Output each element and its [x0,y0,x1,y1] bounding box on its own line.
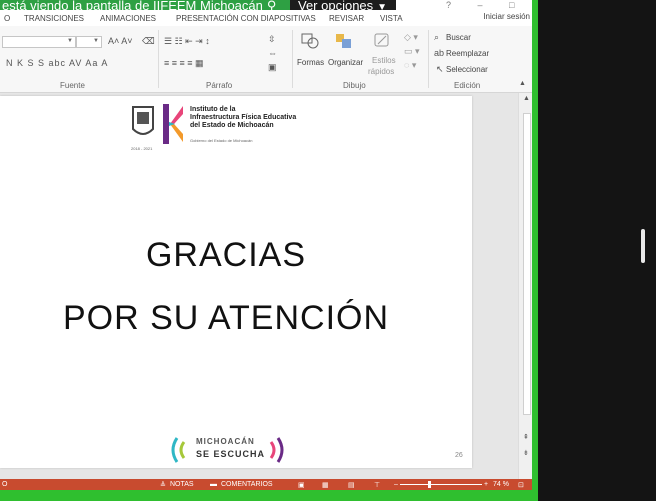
status-bar: O ≜ NOTAS ▬ COMENTARIOS ▣ ▦ ▤ ⊤ – + 74 %… [0,479,532,490]
shape-effects-icon[interactable]: ◌ ▾ [404,60,416,71]
notes-button[interactable]: NOTAS [170,481,194,488]
comments-button[interactable]: COMENTARIOS [221,481,273,488]
powerpoint-window: está viendo la pantalla de IIFEEM Michoa… [0,0,532,490]
shapes-icon[interactable] [300,32,320,50]
shapes-label[interactable]: Formas [297,58,324,67]
institute-name: Instituto de la Infraestructura Física E… [190,106,296,130]
slide-title-line-2: POR SU ATENCIÓN [62,299,390,337]
comments-icon[interactable]: ▬ [210,481,217,488]
text-direction-icon[interactable]: ⇳ [268,34,276,45]
zoom-out-icon[interactable]: – [394,481,398,488]
slide-number: 26 [455,452,463,459]
scroll-thumb[interactable] [523,113,531,415]
footer-logo-line-2: SE ESCUCHA [196,449,266,459]
seal-year-label: 2018 - 2021 [131,146,153,151]
tab-partial[interactable]: O [4,14,10,23]
find-icon[interactable]: ⌕ [434,32,439,43]
arrange-label[interactable]: Organizar [328,58,363,67]
clear-format-icon[interactable]: ⌫ [142,36,155,47]
zoom-slider-thumb[interactable] [428,481,431,488]
group-label-parrafo: Párrafo [206,81,233,90]
slide-workspace: 2018 - 2021 Instituto de la Infraestruct… [0,93,518,479]
state-seal-icon [132,106,154,135]
iifeem-k-logo-icon [163,104,183,144]
bullets-icon[interactable]: ☰ ☷ ⇤ ⇥ ↕ [164,36,210,47]
font-format-buttons[interactable]: N K S S abc AV Aa A [6,58,108,68]
tab-presentacion[interactable]: PRESENTACIÓN CON DIAPOSITIVAS [176,14,316,23]
replace-label[interactable]: Reemplazar [446,49,489,58]
grow-font-icon[interactable]: A˄ A˅ [108,36,133,46]
quick-styles-label-2[interactable]: rápidos [368,67,394,76]
logo-line-1: Instituto de la [190,106,236,113]
group-separator [158,30,159,88]
tab-vista[interactable]: VISTA [380,14,403,23]
vertical-scrollbar[interactable]: ▲ ⇞ ⇟ [518,93,532,479]
status-left-text: O [2,481,8,488]
shape-fill-icon[interactable]: ◇ ▾ [404,32,418,43]
normal-view-icon[interactable]: ▣ [298,481,305,489]
arrange-icon[interactable] [334,32,354,50]
quick-styles-label-1[interactable]: Estilos [372,56,396,65]
select-label[interactable]: Seleccionar [446,65,488,74]
slideshow-icon[interactable]: ⊤ [374,481,380,489]
replace-icon[interactable]: ab [434,48,444,58]
next-slide-icon[interactable]: ⇟ [523,449,529,457]
font-name-combo[interactable]: ▼ [2,36,76,48]
smartart-icon[interactable]: ▣ [268,62,277,73]
logo-line-2: Infraestructura Física Educativa [190,114,297,121]
fit-slide-icon[interactable]: ⊡ [518,481,524,489]
align-icons[interactable]: ≡ ≡ ≡ ≡ ▦ [164,58,204,69]
tab-transiciones[interactable]: TRANSICIONES [24,14,84,23]
logo-line-3: del Estado de Michoacán [190,122,274,129]
panel-resize-handle[interactable] [641,229,645,263]
ribbon-collapse-icon[interactable]: ▲ [519,80,526,87]
select-icon[interactable]: ↖ [436,64,444,75]
window-controls[interactable]: ? – □ ✕ [446,0,532,10]
notes-icon[interactable]: ≜ [160,481,166,489]
tab-animaciones[interactable]: ANIMACIONES [100,14,156,23]
group-separator [292,30,293,88]
tab-revisar[interactable]: REVISAR [329,14,364,23]
slide-sorter-icon[interactable]: ▦ [322,481,329,489]
ribbon-panel: ▼ ▼ A˄ A˅ ⌫ N K S S abc AV Aa A Fuente ☰… [0,26,532,93]
reading-view-icon[interactable]: ▤ [348,481,355,489]
group-label-fuente: Fuente [60,81,85,90]
group-label-edicion: Edición [454,81,481,90]
scroll-up-icon[interactable]: ▲ [523,95,530,102]
shape-outline-icon[interactable]: ▭ ▾ [404,46,420,57]
prev-slide-icon[interactable]: ⇞ [523,433,529,441]
group-label-dibujo: Dibujo [343,81,366,90]
footer-logo-line-1: MICHOACÁN [196,437,255,446]
align-text-icon[interactable]: ⇔ [268,48,277,58]
sign-in-link[interactable]: Iniciar sesión [483,12,530,21]
font-size-combo[interactable]: ▼ [76,36,102,48]
quick-styles-icon[interactable] [372,32,392,50]
participant-panel [538,0,656,501]
slide-canvas[interactable]: 2018 - 2021 Instituto de la Infraestruct… [0,96,472,468]
logo-subtitle: Gobierno del Estado de Michoacán [190,138,253,143]
zoom-in-icon[interactable]: + [484,481,488,488]
ribbon-tabs: O TRANSICIONES ANIMACIONES PRESENTACIÓN … [0,10,532,26]
slide-title-line-1: GRACIAS [145,236,307,274]
zoom-slider[interactable] [400,484,482,485]
find-label[interactable]: Buscar [446,33,471,42]
group-separator [428,30,429,88]
zoom-level[interactable]: 74 % [493,481,509,488]
